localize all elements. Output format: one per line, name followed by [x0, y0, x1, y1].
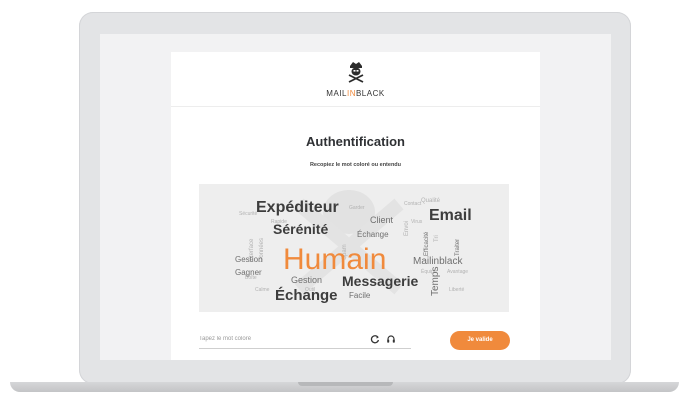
- faint-word: Contact: [404, 201, 422, 207]
- brand-wordmark: MAILINBLACK: [326, 89, 385, 98]
- faint-word: Virus: [411, 219, 423, 225]
- cloud-word: Efficacité: [424, 231, 430, 256]
- instruction-text: Recopiez le mot coloré ou entendu: [309, 162, 402, 168]
- page-title: Authentification: [306, 134, 405, 149]
- cloud-word: Temps: [430, 266, 441, 296]
- headphones-icon[interactable]: [385, 333, 396, 344]
- cloud-word: Client: [370, 215, 394, 225]
- pirate-mascot-icon: [348, 62, 364, 83]
- faint-word: Envoi: [404, 220, 410, 236]
- refresh-icon[interactable]: [369, 333, 380, 344]
- faint-word: Sécurité: [239, 211, 258, 217]
- answer-input[interactable]: [199, 333, 379, 345]
- cloud-word: Traiter: [455, 238, 461, 256]
- cloud-word: Gestion: [291, 275, 323, 285]
- cloud-word: Email: [429, 207, 472, 224]
- laptop-screen: MAILINBLACK Authentification Recopiez le…: [100, 34, 611, 360]
- brand-header: MAILINBLACK: [171, 52, 540, 107]
- cloud-word: Messagerie: [342, 273, 419, 289]
- laptop-notch: [298, 382, 393, 386]
- faint-word: Calme: [255, 287, 270, 293]
- cloud-word: Gagner: [235, 268, 262, 277]
- highlighted-word: Humain: [283, 243, 387, 276]
- cloud-word: Facile: [349, 291, 371, 300]
- cloud-word: Échange: [275, 287, 338, 304]
- auth-card: MAILINBLACK Authentification Recopiez le…: [171, 52, 540, 360]
- submit-button[interactable]: Je valide: [450, 331, 510, 350]
- faint-word: Garder: [349, 205, 365, 211]
- cloud-word: Échange: [357, 230, 389, 239]
- answer-field: [199, 330, 411, 349]
- faint-word: Tri: [434, 235, 440, 242]
- cloud-word: Gestion: [235, 255, 263, 264]
- word-cloud-captcha: Sécurité Garder Contact Qualité Virus Éq…: [199, 184, 509, 312]
- faint-word: Qualité: [421, 198, 441, 204]
- cloud-word: Mailinblack: [413, 256, 463, 267]
- cloud-word: Sérénité: [273, 221, 329, 237]
- faint-word: Liberté: [449, 287, 465, 293]
- cloud-word: Expéditeur: [256, 199, 339, 216]
- faint-word: Avantage: [447, 269, 469, 275]
